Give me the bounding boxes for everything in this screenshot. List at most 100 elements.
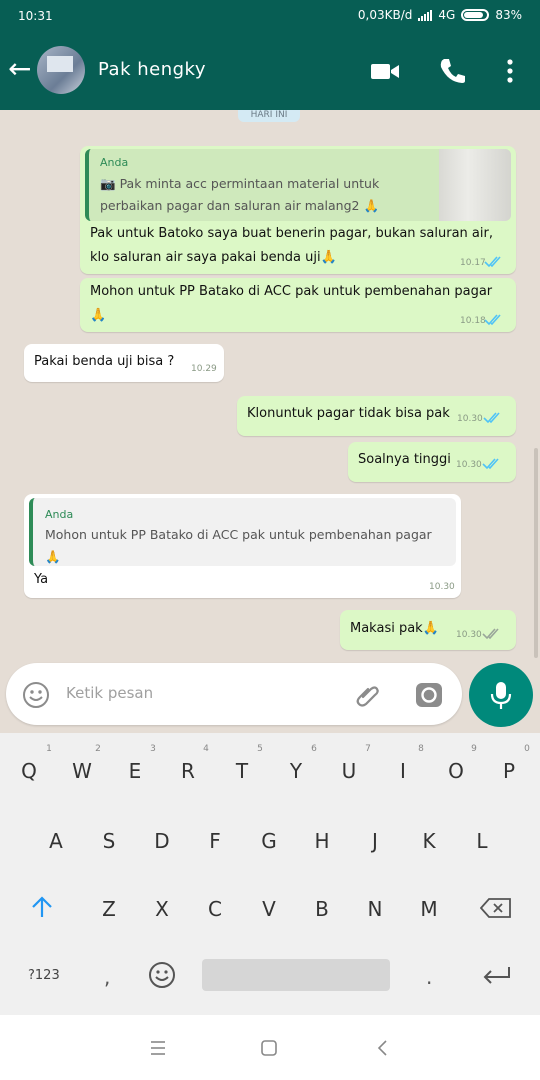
incoming-message[interactable]: Anda Mohon untuk PP Batako di ACC pak un… — [24, 494, 461, 598]
space-bar[interactable] — [202, 959, 390, 991]
microphone-icon — [490, 682, 512, 709]
key-a[interactable]: A — [41, 829, 71, 853]
key-k[interactable]: K — [414, 829, 444, 853]
quote-line: Pak minta acc permintaan material untuk — [119, 176, 380, 191]
key-t[interactable]: T — [227, 759, 257, 783]
avatar[interactable] — [37, 46, 85, 94]
message-time: 10.30 — [456, 630, 482, 640]
quote-line: Mohon untuk PP Batako di ACC pak untuk p… — [45, 527, 432, 542]
message-text: Pakai benda uji bisa ? — [34, 354, 175, 369]
attach-icon[interactable] — [354, 681, 382, 709]
key-period[interactable]: . — [426, 965, 432, 989]
delivered-ticks-icon — [482, 628, 499, 640]
key-s[interactable]: S — [94, 829, 124, 853]
message-text: Ya — [34, 572, 49, 587]
outgoing-message[interactable]: Klonuntuk pagar tidak bisa pak 10.30 — [237, 396, 516, 436]
key-g[interactable]: G — [254, 829, 284, 853]
key-hint: 5 — [257, 744, 263, 754]
key-hint: 6 — [311, 744, 317, 754]
back-arrow-icon[interactable]: ← — [8, 55, 31, 83]
shift-arrow-icon[interactable] — [30, 895, 54, 919]
network-speed: 0,03KB/d — [357, 8, 413, 22]
quote-line: perbaikan pagar dan saluran air malang2 … — [100, 198, 380, 213]
quote-author: Anda — [100, 156, 129, 169]
message-input-bar[interactable]: Ketik pesan — [6, 663, 462, 725]
key-hint: 2 — [95, 744, 101, 754]
outgoing-message[interactable]: Soalnya tinggi 10.30 — [348, 442, 516, 482]
chat-scrollbar[interactable] — [534, 448, 538, 658]
symbols-key[interactable]: ?123 — [28, 968, 60, 983]
video-call-icon[interactable] — [369, 55, 401, 87]
message-time: 10.30 — [457, 414, 483, 424]
key-b[interactable]: B — [307, 897, 337, 921]
backspace-icon[interactable] — [480, 896, 512, 920]
message-text: Mohon untuk PP Batako di ACC pak untuk p… — [90, 280, 510, 328]
key-w[interactable]: W — [67, 759, 97, 783]
message-time: 10.17 — [460, 258, 486, 268]
message-time: 10.29 — [191, 364, 217, 374]
key-u[interactable]: U — [334, 759, 364, 783]
key-f[interactable]: F — [200, 829, 230, 853]
message-time: 10.30 — [456, 460, 482, 470]
quoted-message[interactable]: Anda Mohon untuk PP Batako di ACC pak un… — [29, 498, 456, 566]
signal-type: 4G — [438, 8, 456, 22]
status-bar: 10:31 0,03KB/d 4G 83% — [0, 0, 540, 33]
key-hint: 4 — [203, 744, 209, 754]
key-h[interactable]: H — [307, 829, 337, 853]
battery-icon — [461, 9, 490, 21]
key-p[interactable]: P — [494, 759, 524, 783]
read-ticks-icon — [484, 314, 501, 326]
emoji-key-icon[interactable] — [148, 961, 176, 989]
incoming-message[interactable]: Pakai benda uji bisa ? 10.29 — [24, 344, 224, 382]
emoji-icon[interactable] — [22, 681, 50, 709]
key-d[interactable]: D — [147, 829, 177, 853]
key-c[interactable]: C — [200, 897, 230, 921]
chat-header: ← Pak hengky — [0, 33, 540, 110]
battery-level: 83% — [495, 8, 522, 22]
phone-call-icon[interactable] — [436, 55, 468, 87]
key-hint: 8 — [418, 744, 424, 754]
key-comma[interactable]: , — [104, 965, 110, 989]
message-line: Pak untuk Batoko saya buat benerin pagar… — [90, 226, 493, 241]
more-options-icon[interactable] — [494, 55, 526, 87]
key-hint: 0 — [524, 744, 530, 754]
menu-icon[interactable] — [149, 1039, 167, 1057]
key-m[interactable]: M — [414, 897, 444, 921]
outgoing-message[interactable]: Anda 📷 Pak minta acc permintaan material… — [80, 146, 516, 274]
mic-button[interactable] — [469, 663, 533, 727]
back-icon[interactable] — [374, 1039, 392, 1057]
chat-area[interactable]: HARI INI Anda 📷 Pak minta acc permintaan… — [0, 110, 540, 660]
contact-name[interactable]: Pak hengky — [98, 59, 206, 80]
outgoing-message[interactable]: Mohon untuk PP Batako di ACC pak untuk p… — [80, 278, 516, 332]
key-y[interactable]: Y — [281, 759, 311, 783]
quote-text: Mohon untuk PP Batako di ACC pak untuk p… — [45, 524, 455, 568]
key-l[interactable]: L — [467, 829, 497, 853]
read-ticks-icon — [484, 256, 501, 268]
read-ticks-icon — [482, 458, 499, 470]
message-input[interactable]: Ketik pesan — [66, 684, 153, 702]
home-icon[interactable] — [260, 1039, 278, 1057]
key-hint: 3 — [150, 744, 156, 754]
message-text: Makasi pak🙏 — [350, 621, 439, 636]
quoted-message[interactable]: Anda 📷 Pak minta acc permintaan material… — [85, 149, 511, 221]
key-e[interactable]: E — [120, 759, 150, 783]
message-text: Klonuntuk pagar tidak bisa pak — [247, 406, 450, 421]
camera-icon[interactable] — [414, 680, 444, 710]
message-line: klo saluran air saya pakai benda uji🙏 — [90, 250, 337, 265]
quote-text: 📷 Pak minta acc permintaan material untu… — [100, 173, 440, 217]
key-x[interactable]: X — [147, 897, 177, 921]
date-chip: HARI INI — [238, 110, 300, 122]
key-n[interactable]: N — [360, 897, 390, 921]
key-j[interactable]: J — [360, 829, 390, 853]
outgoing-message[interactable]: Makasi pak🙏 10.30 — [340, 610, 516, 650]
key-i[interactable]: I — [388, 759, 418, 783]
enter-icon[interactable] — [482, 965, 512, 987]
key-q[interactable]: Q — [14, 759, 44, 783]
key-r[interactable]: R — [173, 759, 203, 783]
quote-thumbnail — [439, 149, 511, 221]
key-v[interactable]: V — [254, 897, 284, 921]
key-o[interactable]: O — [441, 759, 471, 783]
status-time: 10:31 — [18, 9, 53, 23]
key-z[interactable]: Z — [94, 897, 124, 921]
quote-author: Anda — [45, 508, 74, 521]
